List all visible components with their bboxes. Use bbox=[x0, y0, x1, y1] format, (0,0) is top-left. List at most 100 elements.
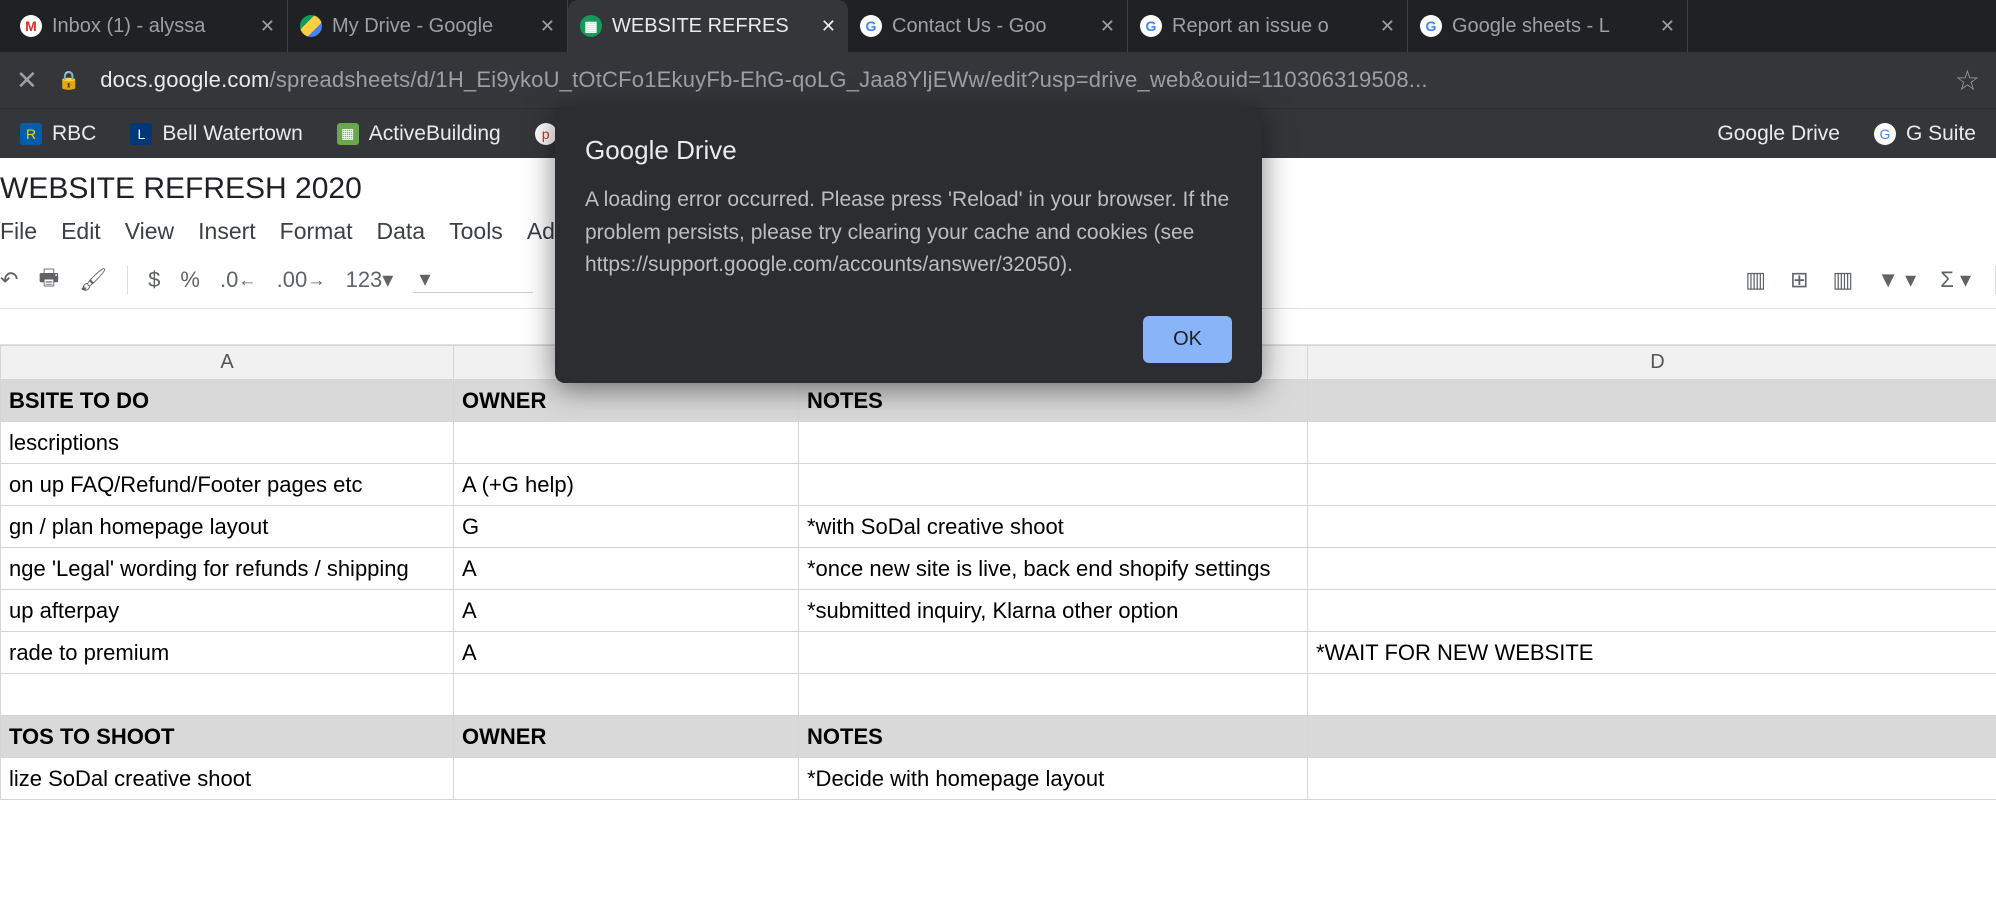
cell[interactable]: on up FAQ/Refund/Footer pages etc bbox=[1, 464, 454, 506]
cell[interactable]: A bbox=[454, 632, 799, 674]
cell[interactable]: A (+G help) bbox=[454, 464, 799, 506]
menu-format[interactable]: Format bbox=[280, 218, 353, 245]
cell[interactable] bbox=[1308, 506, 1996, 548]
cell[interactable]: *WAIT FOR NEW WEBSITE bbox=[1308, 632, 1996, 674]
cell[interactable]: *submitted inquiry, Klarna other option bbox=[799, 590, 1308, 632]
bookmark-item[interactable]: Google Drive bbox=[1717, 122, 1840, 146]
menu-edit[interactable]: Edit bbox=[61, 218, 101, 245]
close-icon[interactable]: ✕ bbox=[821, 16, 836, 37]
close-icon[interactable]: ✕ bbox=[540, 16, 555, 37]
cell[interactable] bbox=[1308, 548, 1996, 590]
bookmark-label: ActiveBuilding bbox=[369, 122, 501, 146]
bookmark-item[interactable]: p bbox=[535, 123, 557, 145]
menu-view[interactable]: View bbox=[125, 218, 174, 245]
close-icon[interactable]: ✕ bbox=[1660, 16, 1675, 37]
paint-format-icon[interactable]: 🖌 bbox=[79, 267, 107, 293]
cell[interactable] bbox=[799, 632, 1308, 674]
cell[interactable]: *Decide with homepage layout bbox=[799, 758, 1308, 800]
cell[interactable]: lescriptions bbox=[1, 422, 454, 464]
cell[interactable]: up afterpay bbox=[1, 590, 454, 632]
cell[interactable]: *once new site is live, back end shopify… bbox=[799, 548, 1308, 590]
increase-decimal-button[interactable]: .00→ bbox=[277, 267, 326, 293]
bookmark-item[interactable]: R RBC bbox=[20, 122, 96, 146]
undo-icon[interactable]: ↶ bbox=[0, 267, 18, 293]
menu-insert[interactable]: Insert bbox=[198, 218, 256, 245]
font-dropdown[interactable]: ▾ bbox=[413, 266, 533, 293]
url-field[interactable]: docs.google.com/spreadsheets/d/1H_Ei9yko… bbox=[100, 67, 1935, 93]
cell[interactable] bbox=[454, 422, 799, 464]
cell[interactable] bbox=[1308, 464, 1996, 506]
browser-tab[interactable]: G Google sheets - L ✕ bbox=[1408, 0, 1688, 52]
cell[interactable]: G bbox=[454, 506, 799, 548]
browser-tab[interactable]: G Report an issue o ✕ bbox=[1128, 0, 1408, 52]
cell[interactable] bbox=[1308, 380, 1996, 422]
close-icon[interactable]: ✕ bbox=[260, 16, 275, 37]
currency-button[interactable]: $ bbox=[148, 267, 160, 293]
close-icon[interactable]: ✕ bbox=[1100, 16, 1115, 37]
cell[interactable] bbox=[799, 464, 1308, 506]
url-path: /spreadsheets/d/1H_Ei9ykoU_tOtCFo1EkuyFb… bbox=[270, 67, 1428, 92]
print-icon[interactable]: 🖶 bbox=[38, 261, 59, 299]
stop-icon[interactable]: ✕ bbox=[16, 65, 38, 96]
menu-tools[interactable]: Tools bbox=[449, 218, 503, 245]
cell[interactable] bbox=[454, 758, 799, 800]
separator bbox=[127, 266, 128, 294]
number-format-button[interactable]: 123 ▾ bbox=[346, 267, 394, 293]
bookmark-star-icon[interactable]: ☆ bbox=[1955, 64, 1980, 97]
cell[interactable]: A bbox=[454, 548, 799, 590]
table-row: lize SoDal creative shoot *Decide with ho… bbox=[1, 758, 1996, 800]
cell[interactable]: *with SoDal creative shoot bbox=[799, 506, 1308, 548]
percent-button[interactable]: % bbox=[180, 267, 200, 293]
cell[interactable] bbox=[1308, 758, 1996, 800]
table-row: BSITE TO DOOWNERNOTES bbox=[1, 380, 1996, 422]
cell[interactable] bbox=[1308, 590, 1996, 632]
cell[interactable] bbox=[799, 422, 1308, 464]
close-icon[interactable]: ✕ bbox=[1380, 16, 1395, 37]
cell[interactable]: BSITE TO DO bbox=[1, 380, 454, 422]
bookmark-label: Google Drive bbox=[1717, 122, 1840, 146]
cell[interactable]: TOS TO SHOOT bbox=[1, 716, 454, 758]
col-header-a[interactable]: A bbox=[1, 346, 454, 380]
note-icon[interactable]: ▥ bbox=[1745, 267, 1766, 293]
menu-data[interactable]: Data bbox=[377, 218, 426, 245]
browser-tab-active[interactable]: ▦ WEBSITE REFRES ✕ bbox=[568, 0, 848, 52]
filter-icon[interactable]: ▼ ▾ bbox=[1877, 267, 1916, 293]
tab-title: WEBSITE REFRES bbox=[612, 15, 811, 38]
cell[interactable]: rade to premium bbox=[1, 632, 454, 674]
google-icon: G bbox=[860, 15, 882, 37]
browser-tab[interactable]: M Inbox (1) - alyssa ✕ bbox=[8, 0, 288, 52]
cell[interactable] bbox=[1308, 422, 1996, 464]
cell[interactable]: OWNER bbox=[454, 380, 799, 422]
cell[interactable]: NOTES bbox=[799, 716, 1308, 758]
bookmark-item[interactable]: ▦ ActiveBuilding bbox=[337, 122, 501, 146]
cell[interactable]: A bbox=[454, 590, 799, 632]
table-row: rade to premiumA *WAIT FOR NEW WEBSITE bbox=[1, 632, 1996, 674]
cell[interactable] bbox=[1, 674, 454, 716]
lock-icon[interactable]: 🔒 bbox=[58, 70, 80, 91]
address-bar: ✕ 🔒 docs.google.com/spreadsheets/d/1H_Ei… bbox=[0, 52, 1996, 108]
cell[interactable] bbox=[1308, 674, 1996, 716]
cell[interactable] bbox=[1308, 716, 1996, 758]
functions-icon[interactable]: Σ ▾ bbox=[1940, 267, 1971, 293]
col-header-d[interactable]: D bbox=[1308, 346, 1996, 380]
toolbar-right: ▥ ⊞ ▥ ▼ ▾ Σ ▾ bbox=[1745, 266, 1996, 294]
bookmark-item[interactable]: L Bell Watertown bbox=[130, 122, 302, 146]
insert-comment-icon[interactable]: ⊞ bbox=[1790, 267, 1808, 293]
cell[interactable]: lize SoDal creative shoot bbox=[1, 758, 454, 800]
google-icon: G bbox=[1874, 123, 1896, 145]
cell[interactable] bbox=[454, 674, 799, 716]
menu-file[interactable]: File bbox=[0, 218, 37, 245]
cell[interactable]: nge 'Legal' wording for refunds / shippi… bbox=[1, 548, 454, 590]
ok-button[interactable]: OK bbox=[1143, 316, 1232, 363]
bookmark-label: RBC bbox=[52, 122, 96, 146]
decrease-decimal-button[interactable]: .0← bbox=[220, 267, 257, 293]
cell[interactable] bbox=[799, 674, 1308, 716]
cell[interactable]: NOTES bbox=[799, 380, 1308, 422]
cell[interactable]: OWNER bbox=[454, 716, 799, 758]
cell[interactable]: gn / plan homepage layout bbox=[1, 506, 454, 548]
browser-tab[interactable]: G Contact Us - Goo ✕ bbox=[848, 0, 1128, 52]
drive-icon bbox=[300, 15, 322, 37]
bookmark-item[interactable]: G G Suite bbox=[1874, 122, 1976, 146]
insert-chart-icon[interactable]: ▥ bbox=[1833, 267, 1854, 293]
browser-tab[interactable]: My Drive - Google ✕ bbox=[288, 0, 568, 52]
